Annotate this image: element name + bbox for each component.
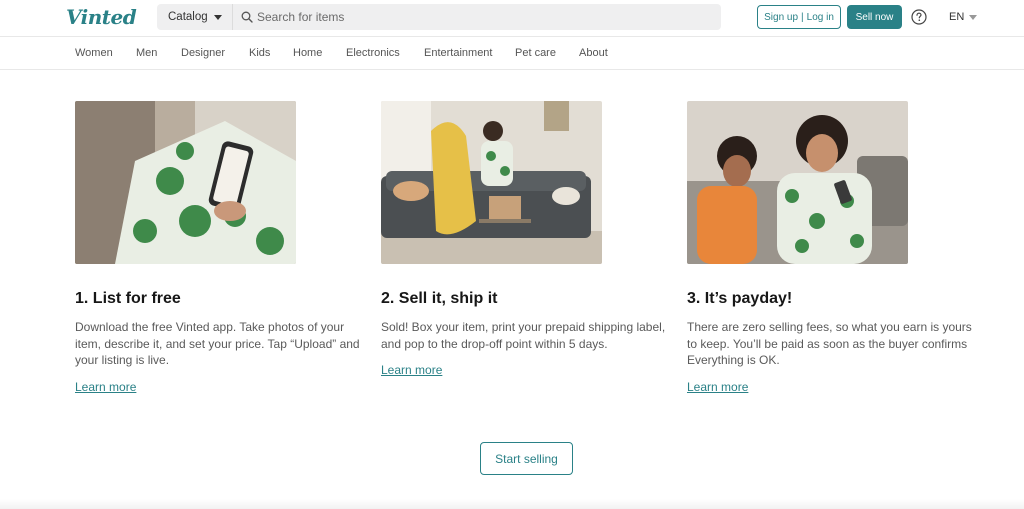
nav-item-home[interactable]: Home	[293, 47, 322, 59]
step-card-sell-ship: 2. Sell it, ship it Sold! Box your item,…	[381, 101, 671, 377]
step-card-payday: 3. It’s payday! There are zero selling f…	[687, 101, 977, 394]
step-title: 3. It’s payday!	[687, 290, 793, 307]
question-circle-icon[interactable]	[911, 9, 927, 25]
footer-divider	[0, 499, 1024, 509]
sell-now-button[interactable]: Sell now	[847, 5, 902, 29]
step-photo-phone	[75, 101, 296, 264]
signup-label: Sign up	[764, 11, 799, 23]
signup-login-button[interactable]: Sign up | Log in	[757, 5, 841, 29]
nav-item-kids[interactable]: Kids	[249, 47, 270, 59]
nav-item-pet-care[interactable]: Pet care	[515, 47, 556, 59]
search-bar: Catalog	[157, 4, 721, 30]
nav-item-entertainment[interactable]: Entertainment	[424, 47, 492, 59]
step-title: 1. List for free	[75, 290, 181, 307]
learn-more-link[interactable]: Learn more	[75, 380, 136, 394]
login-label: Log in	[806, 11, 834, 23]
step-card-list-for-free: 1. List for free Download the free Vinte…	[75, 101, 365, 394]
nav-item-men[interactable]: Men	[136, 47, 157, 59]
nav-item-women[interactable]: Women	[75, 47, 113, 59]
chevron-down-icon	[213, 14, 222, 20]
learn-more-link[interactable]: Learn more	[687, 380, 748, 394]
nav-item-electronics[interactable]: Electronics	[346, 47, 400, 59]
chevron-down-icon	[969, 14, 978, 20]
step-title: 2. Sell it, ship it	[381, 290, 498, 307]
language-selector[interactable]: EN	[949, 11, 978, 23]
catalog-dropdown[interactable]: Catalog	[157, 4, 233, 30]
step-description: There are zero selling fees, so what you…	[687, 320, 972, 367]
category-nav: Women Men Designer Kids Home Electronics…	[0, 37, 1024, 70]
nav-item-about[interactable]: About	[579, 47, 608, 59]
learn-more-link[interactable]: Learn more	[381, 363, 442, 377]
step-description: Sold! Box your item, print your prepaid …	[381, 320, 666, 351]
step-photo-packing	[381, 101, 602, 264]
start-selling-button[interactable]: Start selling	[480, 442, 573, 475]
nav-item-designer[interactable]: Designer	[181, 47, 225, 59]
catalog-label: Catalog	[168, 11, 208, 23]
signup-separator: |	[801, 11, 804, 23]
step-photo-payday	[687, 101, 908, 264]
language-label: EN	[949, 11, 965, 23]
top-header: Vinted Catalog Sign up | Log in Sell now…	[0, 0, 1024, 37]
vinted-logo[interactable]: Vinted	[66, 5, 137, 29]
search-icon	[241, 11, 253, 23]
search-input[interactable]	[257, 4, 707, 30]
step-description: Download the free Vinted app. Take photo…	[75, 320, 360, 367]
